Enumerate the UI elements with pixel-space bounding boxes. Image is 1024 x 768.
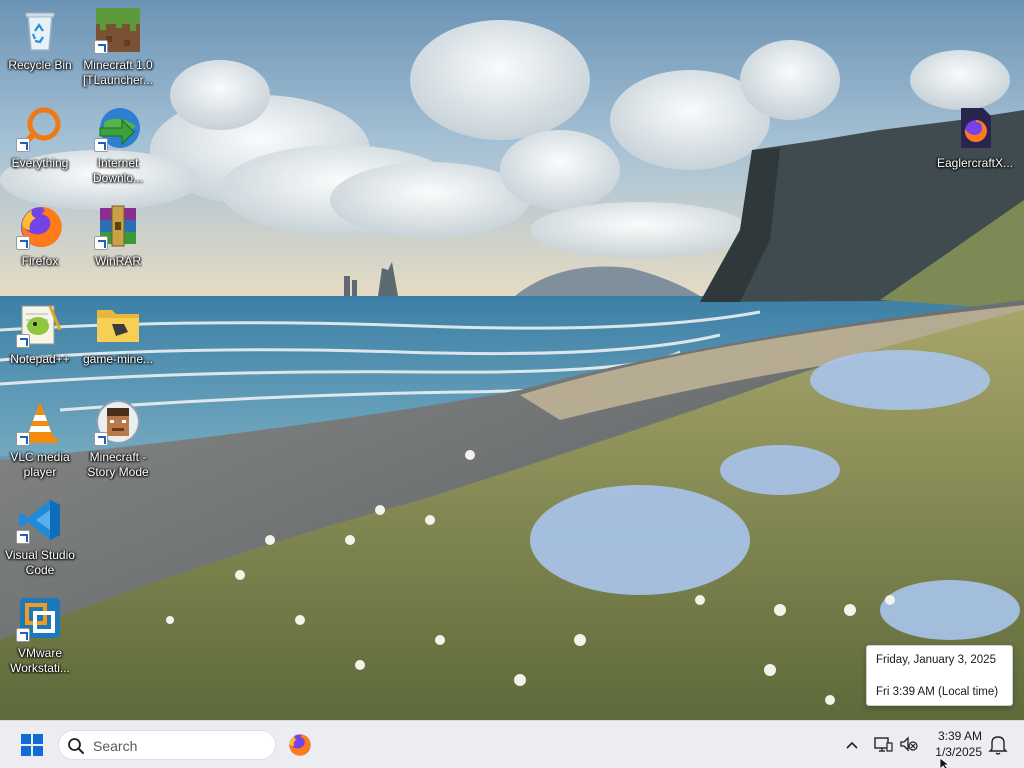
arrow-cursor-icon <box>939 757 951 768</box>
taskbar-firefox-button[interactable] <box>284 729 316 761</box>
shortcut-arrow-icon <box>16 236 30 250</box>
minecraft-story-mode-icon <box>94 398 142 446</box>
desktop-icon-label: VMware Workstati... <box>10 646 70 675</box>
desktop-icon-label: EaglercraftX... <box>936 156 1014 170</box>
shortcut-arrow-icon <box>16 334 30 348</box>
desktop-icon-vmware[interactable]: VMware Workstati... <box>0 588 80 680</box>
recycle-bin-icon <box>16 6 64 54</box>
desktop-icon-game-folder[interactable]: game-mine... <box>78 294 158 386</box>
desktop-icon-vlc[interactable]: VLC media player <box>0 392 80 484</box>
vlc-cone-icon <box>16 398 64 446</box>
desktop-icon-minecraft-story[interactable]: Minecraft - Story Mode <box>78 392 158 484</box>
firefox-icon <box>16 202 64 250</box>
vmware-icon <box>16 594 64 642</box>
desktop-icon-label: game-mine... <box>82 352 154 366</box>
desktop-icon-label: Internet Downlo... <box>92 156 144 185</box>
shortcut-arrow-icon <box>16 432 30 446</box>
desktop-icon-label: Visual Studio Code <box>5 548 75 577</box>
taskbar: 3:39 AM 1/3/2025 <box>0 720 1024 768</box>
chevron-up-icon <box>846 741 858 749</box>
desktop-icon-vscode[interactable]: Visual Studio Code <box>0 490 80 582</box>
show-hidden-icons-button[interactable] <box>842 735 862 755</box>
start-button[interactable] <box>14 729 50 761</box>
volume-button[interactable] <box>899 734 919 754</box>
shortcut-arrow-icon <box>16 138 30 152</box>
clock-date: 1/3/2025 <box>935 745 982 759</box>
vscode-icon <box>16 496 64 544</box>
desktop-icon-label: Firefox <box>21 254 59 268</box>
desktop-icon-label: Minecraft 1.0 [TLauncher... <box>82 58 154 87</box>
windows-logo-icon <box>21 734 43 756</box>
tooltip-date: Friday, January 3, 2025 <box>876 654 996 666</box>
desktop-icon-label: Notepad++ <box>10 352 70 366</box>
mouse-cursor <box>939 757 951 768</box>
desktop-icon-notepadpp[interactable]: Notepad++ <box>0 294 80 386</box>
folder-icon <box>94 300 142 348</box>
desktop-icon-winrar[interactable]: WinRAR <box>78 196 158 288</box>
desktop-icon-label: Everything <box>11 156 69 170</box>
network-monitor-icon <box>874 737 893 752</box>
shortcut-arrow-icon <box>94 236 108 250</box>
search-icon <box>68 738 84 754</box>
notifications-button[interactable] <box>988 734 1008 756</box>
desktop-icon-firefox[interactable]: Firefox <box>0 196 80 288</box>
minecraft-grass-block-icon <box>94 6 142 54</box>
bell-icon <box>988 736 1008 755</box>
tooltip-time: Fri 3:39 AM (Local time) <box>876 686 999 698</box>
shortcut-arrow-icon <box>94 432 108 446</box>
firefox-document-icon <box>951 104 999 152</box>
notepadpp-icon <box>16 300 64 348</box>
clock-tooltip: Friday, January 3, 2025 Fri 3:39 AM (Loc… <box>866 645 1013 706</box>
shortcut-arrow-icon <box>94 40 108 54</box>
desktop-icon-minecraft-launcher[interactable]: Minecraft 1.0 [TLauncher... <box>78 0 158 92</box>
desktop-icon-internet-download[interactable]: Internet Downlo... <box>78 98 158 190</box>
magnifier-icon <box>16 104 64 152</box>
firefox-icon <box>289 734 311 756</box>
network-status-button[interactable] <box>873 734 893 754</box>
shortcut-arrow-icon <box>94 138 108 152</box>
desktop-icon-label: Minecraft - Story Mode <box>87 450 149 479</box>
desktop-icon-label: Recycle Bin <box>8 58 72 72</box>
taskbar-search[interactable] <box>58 730 276 760</box>
desktop-icon-recycle-bin[interactable]: Recycle Bin <box>0 0 80 92</box>
winrar-books-icon <box>94 202 142 250</box>
shortcut-arrow-icon <box>16 628 30 642</box>
clock-time: 3:39 AM <box>937 729 982 743</box>
search-input[interactable] <box>93 737 263 755</box>
desktop-icon-eaglercraft[interactable]: EaglercraftX... <box>935 98 1015 190</box>
desktop-icon-everything[interactable]: Everything <box>0 98 80 190</box>
desktop-icon-label: WinRAR <box>94 254 141 268</box>
speaker-muted-icon <box>900 736 918 752</box>
shortcut-arrow-icon <box>16 530 30 544</box>
taskbar-clock[interactable]: 3:39 AM 1/3/2025 <box>926 728 986 762</box>
globe-download-icon <box>94 104 142 152</box>
desktop-icon-label: VLC media player <box>10 450 70 479</box>
